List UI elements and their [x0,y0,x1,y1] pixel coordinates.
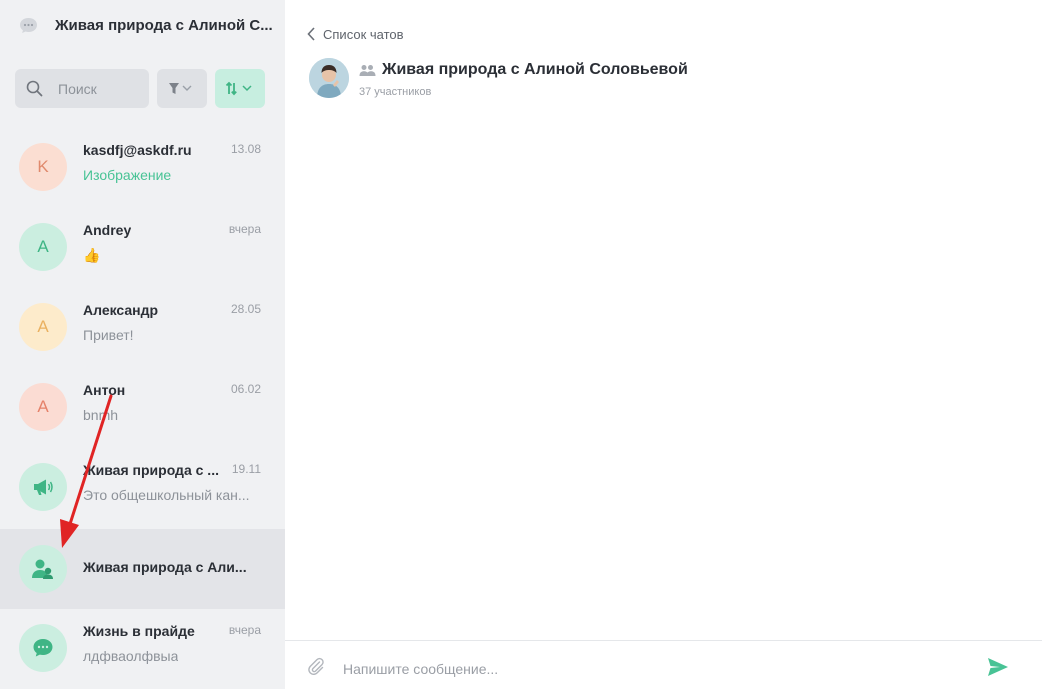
chat-sidebar: Живая природа с Алиной С... Поиск K kasd… [0,0,285,689]
person-photo [309,58,349,98]
avatar [19,624,67,672]
chat-preview: Это общешкольный кан... [83,487,250,503]
sort-button[interactable] [215,69,265,108]
send-button[interactable] [987,657,1009,682]
chat-name: kasdfj@askdf.ru [83,142,192,158]
chat-preview: bnmh [83,407,119,423]
chat-list-item[interactable]: А Александр 28.05 Привет! [0,288,285,368]
chat-list-item[interactable]: Живая природа с ... 19.11 Это общешкольн… [0,448,285,528]
chat-name: Жизнь в прайде [83,623,195,639]
back-label: Список чатов [323,26,404,42]
avatar: А [19,303,67,351]
avatar [19,545,67,593]
send-icon [988,658,1008,676]
sort-icon [225,81,252,96]
chat-time: 19.11 [231,462,261,476]
chat-name: Александр [83,302,159,318]
chat-time: 13.08 [230,142,261,156]
filter-icon [169,83,192,94]
chat-preview: 👍 [83,247,101,263]
search-placeholder: Поиск [58,81,97,97]
group-icon [359,64,376,76]
back-to-chats-link[interactable]: Список чатов [307,26,404,42]
message-input[interactable]: Напишите сообщение... [343,661,498,677]
chat-bubble-icon [33,639,53,657]
paperclip-icon [308,657,324,676]
attach-button[interactable] [307,657,325,680]
chat-name: Живая природа с Али... [83,559,247,575]
chat-preview: Привет! [83,327,134,343]
message-composer: Напишите сообщение... [285,640,1042,689]
chat-preview: Изображение [83,167,172,183]
group-title-row: Живая природа с Алиной Соловьевой [359,61,688,79]
avatar: K [19,143,67,191]
megaphone-icon [34,479,53,495]
chat-list-item-active[interactable]: Живая природа с Али... [0,529,285,609]
avatar: A [19,223,67,271]
chat-list-item[interactable]: K kasdfj@askdf.ru 13.08 Изображение [0,128,285,208]
chat-time: 06.02 [230,382,261,396]
chat-name: Живая природа с ... [83,462,219,478]
search-icon [26,80,43,97]
chat-app-icon [19,17,38,34]
chat-panel: Список чатов Живая природа с Алиной Соло… [285,0,1042,689]
filter-button[interactable] [157,69,207,108]
search-input[interactable]: Поиск [15,69,149,108]
chat-time: вчера [228,222,261,236]
chat-time: вчера [228,623,261,637]
group-icon [32,559,53,579]
avatar [19,463,67,511]
chat-name: Антон [83,382,126,398]
chat-list-item[interactable]: А Антон 06.02 bnmh [0,368,285,448]
sidebar-title: Живая природа с Алиной С... [55,17,273,34]
chat-name: Andrey [83,222,132,238]
chevron-left-icon [307,27,315,41]
group-title: Живая природа с Алиной Соловьевой [382,61,688,78]
member-count: 37 участников [359,86,432,98]
avatar: А [19,383,67,431]
chat-time: 28.05 [230,302,261,316]
chat-list-item[interactable]: A Andrey вчера 👍 [0,208,285,288]
chat-preview: лдфваолфвыа [83,648,179,664]
group-avatar[interactable] [309,58,349,98]
sidebar-header: Живая природа с Алиной С... [0,0,285,54]
chat-list-item[interactable]: Жизнь в прайде вчера лдфваолфвыа [0,609,285,689]
